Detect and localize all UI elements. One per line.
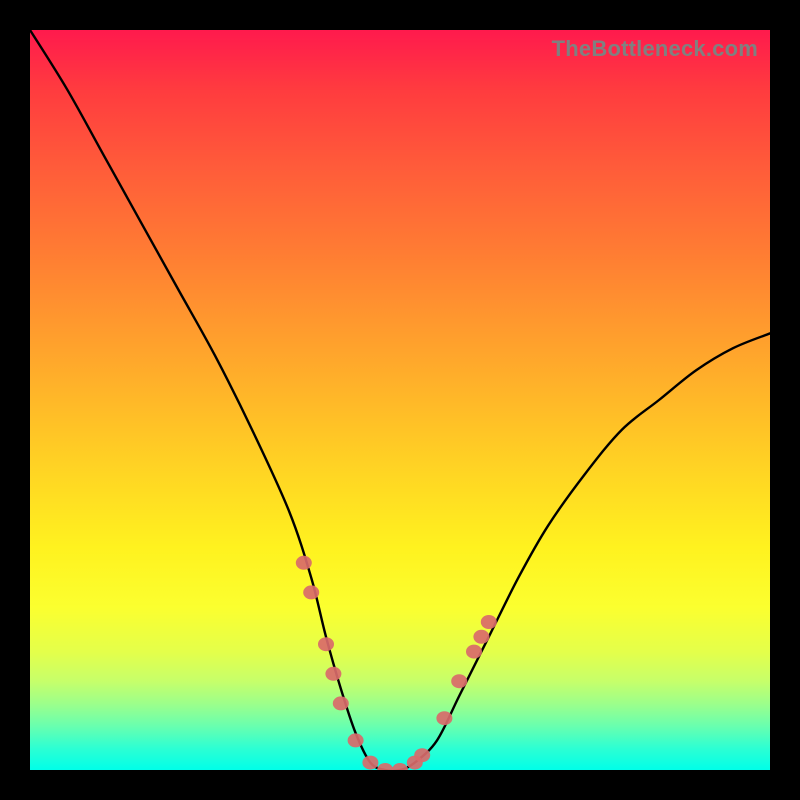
curve-marker [473, 630, 489, 644]
outer-frame: TheBottleneck.com [0, 0, 800, 800]
chart-svg [30, 30, 770, 770]
curve-marker [436, 711, 452, 725]
curve-marker [466, 645, 482, 659]
curve-marker [377, 763, 393, 770]
curve-marker [451, 674, 467, 688]
curve-marker [318, 637, 334, 651]
curve-marker [325, 667, 341, 681]
curve-marker [303, 585, 319, 599]
curve-marker [333, 696, 349, 710]
curve-markers-group [296, 556, 497, 770]
plot-area: TheBottleneck.com [30, 30, 770, 770]
curve-marker [296, 556, 312, 570]
curve-marker [348, 733, 364, 747]
curve-marker [414, 748, 430, 762]
bottleneck-curve-path [30, 30, 770, 770]
curve-marker [362, 756, 378, 770]
curve-marker [392, 763, 408, 770]
curve-marker [481, 615, 497, 629]
